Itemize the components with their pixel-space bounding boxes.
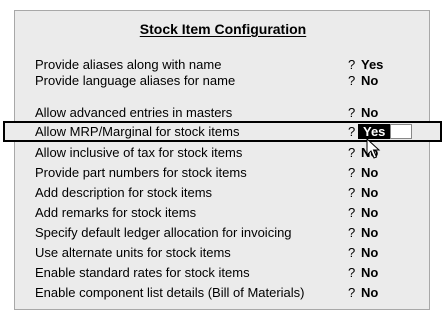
option-row-language-aliases[interactable]: Provide language aliases for name ? No [15, 71, 431, 90]
option-value[interactable]: No [361, 225, 378, 240]
option-value[interactable]: No [361, 185, 378, 200]
option-question-mark: ? [348, 105, 356, 120]
option-value[interactable]: No [361, 285, 378, 300]
option-label: Enable component list details (Bill of M… [35, 285, 305, 300]
arrow-pointer-icon [366, 138, 381, 159]
option-question-mark: ? [348, 185, 356, 200]
option-label: Provide aliases along with name [35, 57, 222, 72]
option-label: Allow advanced entries in masters [35, 105, 233, 120]
option-question-mark: ? [348, 145, 356, 160]
option-question-mark: ? [348, 73, 356, 88]
option-row-advanced-entries[interactable]: Allow advanced entries in masters ? No [15, 103, 431, 122]
option-question-mark: ? [348, 225, 356, 240]
option-label: Allow MRP/Marginal for stock items [35, 124, 240, 139]
option-question-mark: ? [348, 165, 356, 180]
option-question-mark: ? [348, 57, 356, 72]
option-label: Add remarks for stock items [35, 205, 197, 220]
option-value[interactable]: No [361, 205, 378, 220]
option-value[interactable]: Yes [361, 57, 383, 72]
panel-title: Stock Item Configuration [139, 21, 307, 37]
option-value[interactable]: No [361, 265, 378, 280]
option-label: Add description for stock items [35, 185, 213, 200]
option-label: Use alternate units for stock items [35, 245, 231, 260]
option-question-mark: ? [348, 245, 356, 260]
option-label: Specify default ledger allocation for in… [35, 225, 292, 240]
option-label: Enable standard rates for stock items [35, 265, 250, 280]
option-row-standard-rates[interactable]: Enable standard rates for stock items ? … [15, 263, 431, 282]
option-row-part-numbers[interactable]: Provide part numbers for stock items ? N… [15, 163, 431, 182]
option-question-mark: ? [348, 265, 356, 280]
option-label: Allow inclusive of tax for stock items [35, 145, 243, 160]
option-question-mark: ? [348, 124, 356, 139]
value-field-trailing [390, 124, 412, 139]
option-label: Provide part numbers for stock items [35, 165, 247, 180]
option-row-description[interactable]: Add description for stock items ? No [15, 183, 431, 202]
option-value[interactable]: No [361, 165, 378, 180]
option-value[interactable]: No [361, 105, 378, 120]
stock-item-configuration-panel: Stock Item Configuration Provide aliases… [3, 10, 442, 310]
option-value[interactable]: No [361, 245, 378, 260]
option-label: Provide language aliases for name [35, 73, 236, 88]
option-value-input[interactable]: Yes [363, 124, 385, 139]
option-row-alternate-units[interactable]: Use alternate units for stock items ? No [15, 243, 431, 262]
option-question-mark: ? [348, 285, 356, 300]
option-question-mark: ? [348, 205, 356, 220]
option-row-default-ledger[interactable]: Specify default ledger allocation for in… [15, 223, 431, 242]
option-value[interactable]: No [361, 73, 378, 88]
option-row-remarks[interactable]: Add remarks for stock items ? No [15, 203, 431, 222]
option-row-component-list[interactable]: Enable component list details (Bill of M… [15, 283, 431, 302]
